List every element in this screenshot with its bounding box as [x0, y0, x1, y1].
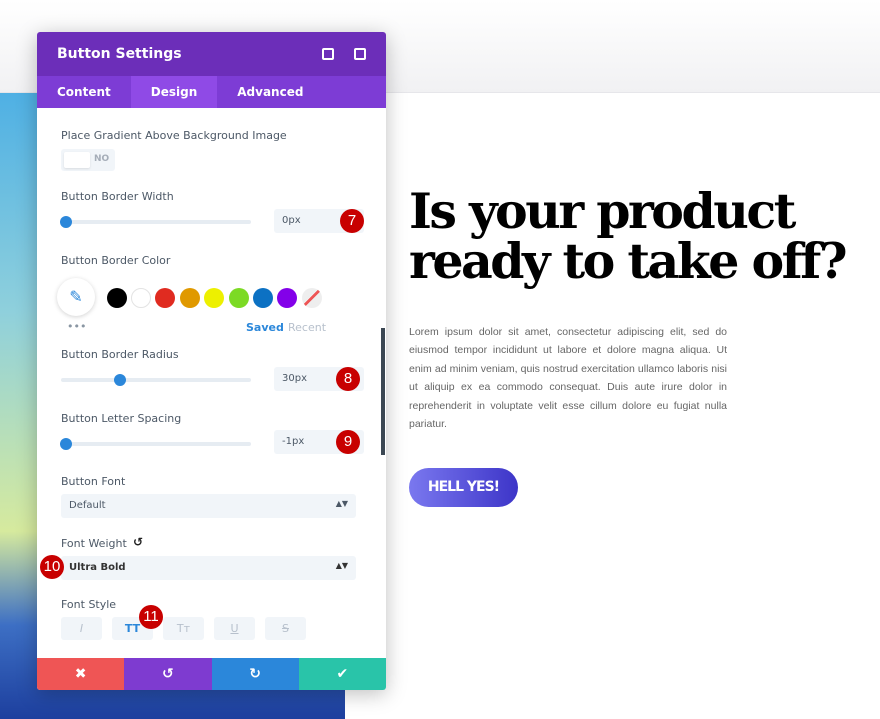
border-radius-label: Button Border Radius: [61, 348, 179, 361]
swatch-yellow[interactable]: [204, 288, 224, 308]
toggle-value: NO: [94, 154, 110, 164]
sidebar-icon[interactable]: [354, 48, 366, 60]
redo-button[interactable]: ↻: [211, 658, 299, 690]
step-badge-9: 9: [336, 430, 360, 454]
font-weight-select[interactable]: Ultra Bold ▲▼: [61, 556, 356, 580]
swatch-black[interactable]: [107, 288, 127, 308]
border-color-label: Button Border Color: [61, 254, 171, 267]
swatch-red[interactable]: [155, 288, 175, 308]
tab-advanced[interactable]: Advanced: [217, 76, 323, 108]
slider-handle[interactable]: [60, 216, 72, 228]
button-font-label: Button Font: [61, 475, 126, 488]
tab-content[interactable]: Content: [37, 76, 131, 108]
swatch-white[interactable]: [131, 288, 151, 308]
strikethrough-button[interactable]: S: [265, 617, 306, 640]
save-button[interactable]: ✔: [298, 658, 386, 690]
panel-title: Button Settings: [57, 46, 182, 62]
select-value: Default: [69, 500, 106, 511]
panel-footer: ✖ ↺ ↻ ✔: [37, 658, 386, 690]
gradient-label: Place Gradient Above Background Image: [61, 129, 287, 142]
fullscreen-icon[interactable]: [322, 48, 334, 60]
step-badge-8: 8: [336, 367, 360, 391]
swatch-orange[interactable]: [180, 288, 200, 308]
letter-spacing-label: Button Letter Spacing: [61, 412, 182, 425]
step-badge-7: 7: [340, 209, 364, 233]
select-arrows-icon: ▲▼: [335, 499, 348, 508]
page-paragraph: Lorem ipsum dolor sit amet, consectetur …: [409, 326, 727, 431]
letter-spacing-slider[interactable]: [60, 438, 251, 450]
gradient-toggle[interactable]: NO: [61, 149, 115, 171]
reset-icon[interactable]: ↺: [133, 535, 143, 549]
swatch-green[interactable]: [229, 288, 249, 308]
step-badge-11: 11: [139, 605, 163, 629]
border-width-slider[interactable]: [60, 216, 251, 228]
tab-design[interactable]: Design: [130, 76, 218, 108]
tabs: Content Design Advanced: [37, 76, 386, 108]
cancel-button[interactable]: ✖: [37, 658, 125, 690]
swatch-blue[interactable]: [253, 288, 273, 308]
more-icon[interactable]: •••: [67, 320, 86, 333]
recent-tab[interactable]: Recent: [288, 321, 326, 334]
slider-handle[interactable]: [60, 438, 72, 450]
underline-button[interactable]: U: [214, 617, 255, 640]
swatch-purple[interactable]: [277, 288, 297, 308]
undo-button[interactable]: ↺: [124, 658, 212, 690]
select-value: Ultra Bold: [69, 562, 126, 573]
eyedropper-icon[interactable]: ✎: [57, 278, 95, 316]
saved-tab[interactable]: Saved: [246, 321, 284, 334]
font-style-label: Font Style: [61, 598, 117, 611]
italic-button[interactable]: I: [61, 617, 102, 640]
page-heading: Is your product ready to take off?: [409, 182, 848, 290]
scrollbar[interactable]: [381, 328, 385, 455]
font-weight-label: Font Weight: [61, 537, 127, 550]
capitalize-button[interactable]: Tт: [163, 617, 204, 640]
step-badge-10: 10: [40, 555, 64, 579]
select-arrows-icon: ▲▼: [335, 561, 348, 570]
button-font-select[interactable]: Default ▲▼: [61, 494, 356, 518]
hell-yes-button[interactable]: HELL YES!: [409, 468, 518, 507]
border-radius-slider[interactable]: [61, 374, 251, 386]
slider-handle[interactable]: [114, 374, 126, 386]
button-settings-panel: Button Settings Content Design Advanced …: [37, 32, 386, 690]
swatch-none-icon[interactable]: [302, 288, 322, 308]
panel-header: Button Settings: [37, 32, 386, 76]
border-width-label: Button Border Width: [61, 190, 174, 203]
